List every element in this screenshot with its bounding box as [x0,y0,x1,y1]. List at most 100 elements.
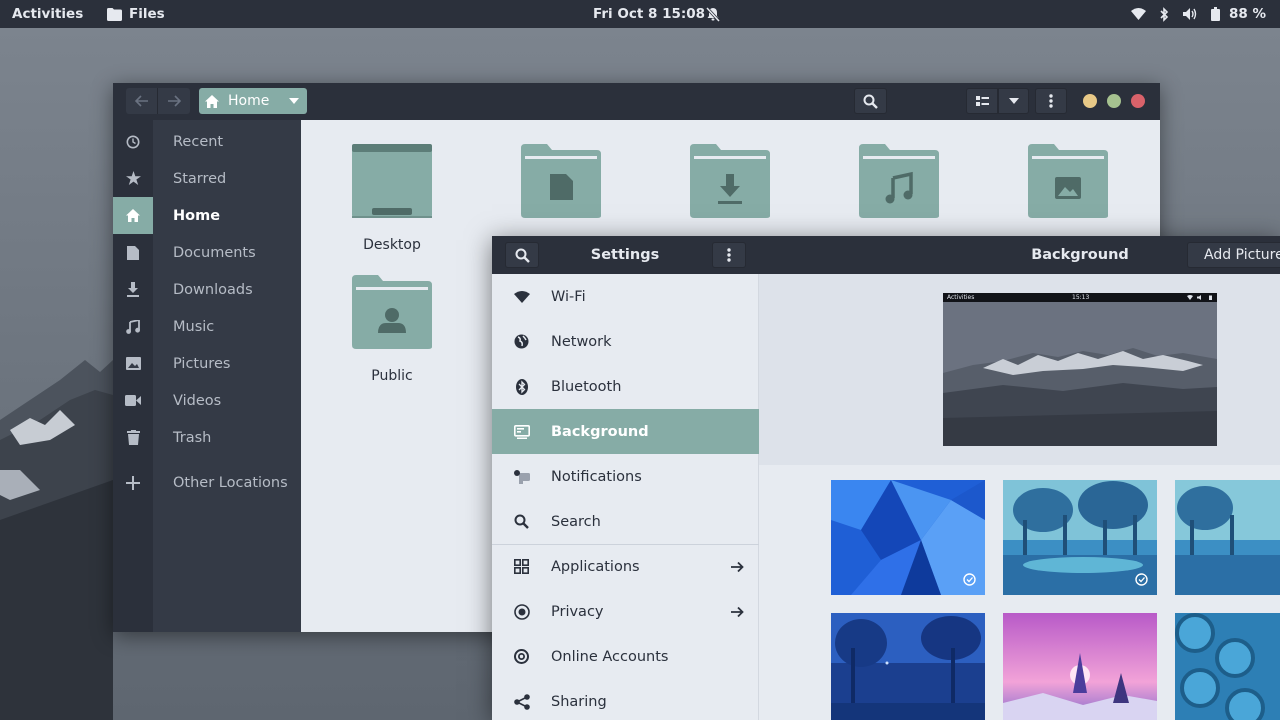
wallpaper-thumbnail[interactable] [1003,613,1157,720]
settings-item-search[interactable]: Search [492,499,759,544]
home-icon [205,94,219,108]
sidebar-item-label: Trash [173,429,212,446]
folder-desktop[interactable]: Desktop [332,144,452,264]
chevron-down-icon [1008,98,1019,104]
add-picture-button[interactable]: Add Picture... [1187,242,1280,268]
star-icon [125,171,141,185]
settings-menu-button[interactable] [712,242,746,268]
preview-wallpaper [943,293,1217,446]
settings-title: Settings [590,247,660,263]
sidebar-item-other-locations[interactable]: Other Locations [113,464,301,501]
system-status-area[interactable]: 88 % [1130,0,1266,28]
settings-item-label: Search [551,513,601,530]
top-bar: Activities Files Fri Oct 8 15:08 88 % [0,0,1280,28]
navigation-buttons [126,88,190,114]
background-panel: Activities 15:13 [759,274,1280,720]
settings-item-label: Background [551,423,649,440]
wifi-icon [1130,8,1146,20]
music-folder-icon [859,144,939,218]
settings-item-background[interactable]: Background [492,409,759,454]
sidebar-item-trash[interactable]: Trash [113,419,301,456]
arrow-right-icon [168,95,181,107]
video-icon [125,395,141,406]
view-options-button[interactable] [998,88,1029,114]
path-dropdown-button[interactable] [281,88,307,114]
settings-item-applications[interactable]: Applications [492,544,759,589]
settings-item-bluetooth[interactable]: Bluetooth [492,364,759,409]
settings-item-label: Network [551,333,612,350]
wallpaper-image [831,480,985,595]
sidebar-item-pictures[interactable]: Pictures [113,345,301,382]
settings-search-button[interactable] [505,242,539,268]
wallpaper-thumbnail[interactable] [831,480,985,595]
desktop-folder-icon [352,144,432,218]
settings-item-sharing[interactable]: Sharing [492,679,759,720]
search-button[interactable] [854,88,887,114]
documents-folder-icon [521,144,601,218]
sidebar-item-recent[interactable]: Recent [113,123,301,160]
back-button[interactable] [126,88,158,114]
folder-label: Public [371,368,413,384]
maximize-button[interactable] [1107,94,1121,108]
settings-item-label: Notifications [551,468,642,485]
slideshow-clock-icon [963,573,976,586]
settings-item-label: Bluetooth [551,378,622,395]
background-preview: Activities 15:13 [943,293,1217,446]
preview-topbar: Activities 15:13 [943,293,1217,302]
sidebar-item-label: Recent [173,133,224,150]
menu-button[interactable] [1035,88,1067,114]
settings-item-wifi[interactable]: Wi-Fi [492,274,759,319]
folder-public[interactable]: Public [332,275,452,395]
close-button[interactable] [1131,94,1145,108]
wallpaper-image [1003,480,1157,595]
settings-item-notifications[interactable]: Notifications [492,454,759,499]
sidebar-item-label: Videos [173,392,222,409]
applications-icon [514,559,529,574]
activities-button[interactable]: Activities [12,0,83,28]
settings-sidebar: Wi-Fi Network Bluetooth Background Notif… [492,274,759,720]
wallpaper-thumbnail[interactable] [831,613,985,720]
sidebar-item-downloads[interactable]: Downloads [113,271,301,308]
background-preview-area: Activities 15:13 [759,274,1280,465]
notifications-disabled-icon [705,6,721,22]
sidebar-item-documents[interactable]: Documents [113,234,301,271]
sidebar-item-label: Other Locations [173,474,288,491]
sidebar-item-home[interactable]: Home [113,197,301,234]
settings-item-network[interactable]: Network [492,319,759,364]
path-bar-home[interactable]: Home [199,88,307,114]
download-icon [127,282,139,297]
settings-window: Settings Background Add Picture... Wi-Fi… [492,236,1280,720]
folder-icon [107,7,122,21]
arrow-left-icon [134,95,148,107]
bluetooth-icon [1160,6,1169,22]
wallpaper-image [1175,480,1280,595]
wallpaper-thumbnail[interactable] [1175,613,1280,720]
wallpaper-image [831,613,985,720]
app-name: Files [129,6,165,22]
search-icon [515,248,530,263]
wallpaper-thumbnail[interactable] [1003,480,1157,595]
kebab-menu-icon [1049,94,1053,108]
wifi-icon [513,290,530,303]
app-menu[interactable]: Files [107,0,165,28]
sidebar-item-starred[interactable]: Starred [113,160,301,197]
settings-item-online-accounts[interactable]: Online Accounts [492,634,759,679]
sidebar-item-videos[interactable]: Videos [113,382,301,419]
settings-item-privacy[interactable]: Privacy [492,589,759,634]
minimize-button[interactable] [1083,94,1097,108]
preview-activities: Activities [947,294,975,301]
folder-label: Desktop [363,237,421,253]
chevron-down-icon [289,98,299,104]
sidebar-item-music[interactable]: Music [113,308,301,345]
places-sidebar: Recent Starred Home Documents Downloads … [113,120,301,632]
notifications-icon [513,469,530,484]
settings-item-label: Sharing [551,693,607,710]
wallpaper-thumbnail[interactable] [1175,480,1280,595]
clock[interactable]: Fri Oct 8 15:08 [593,0,705,28]
settings-item-label: Online Accounts [551,648,669,665]
pictures-folder-icon [1028,144,1108,218]
network-icon [514,334,529,349]
view-mode-button[interactable] [966,88,998,114]
settings-item-label: Privacy [551,603,604,620]
forward-button[interactable] [158,88,190,114]
